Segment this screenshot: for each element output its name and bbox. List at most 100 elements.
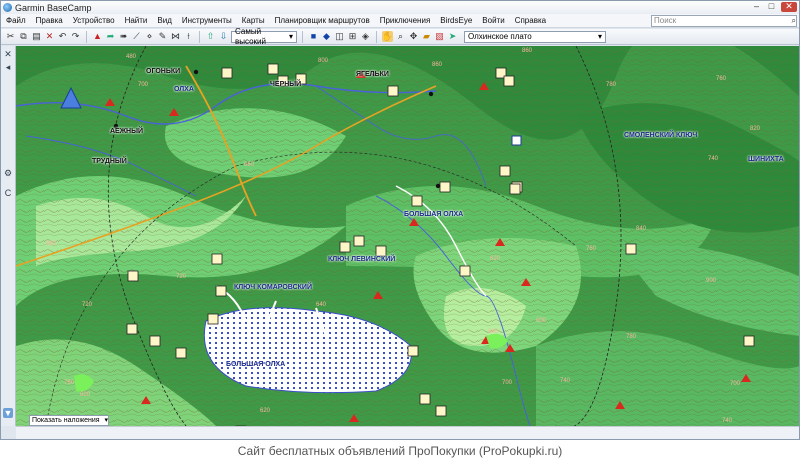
place-label: БОЛЬШАЯ ОЛХА [226, 361, 286, 368]
elevation-label: 800 [318, 58, 329, 64]
pan-icon[interactable]: ✥ [408, 31, 419, 42]
menu-edit[interactable]: Правка [31, 16, 68, 25]
place-label: ОГОНЬКИ [146, 68, 181, 75]
chevron-down-icon: ▾ [104, 417, 108, 424]
collapsed-sidebar: ✕ ◂ ⚙ C ▼ [1, 46, 16, 426]
menu-find[interactable]: Найти [120, 16, 153, 25]
basecamp-logo-icon [3, 3, 12, 12]
paste-icon[interactable]: ▤ [31, 31, 42, 42]
elevation-label: 600 [536, 318, 547, 324]
map-2d-icon[interactable]: ■ [308, 31, 319, 42]
place-label: ОЛХА [174, 86, 194, 93]
place-label: ЯГЕЛЬКИ [356, 71, 389, 78]
elevation-label: 660 [244, 162, 255, 168]
footer-caption: Сайт бесплатных объявлений ПроПокупки (P… [0, 440, 800, 462]
split-tool-icon[interactable]: ⟊ [183, 31, 194, 42]
place-label: АЕЖНЫЙ [110, 128, 143, 135]
fit-icon[interactable]: ⊞ [347, 31, 358, 42]
window-title: Garmin BaseCamp [15, 2, 92, 13]
ruler-icon[interactable]: ▰ [421, 31, 432, 42]
join-tool-icon[interactable]: ⋈ [170, 31, 181, 42]
toolbar-divider [199, 30, 200, 43]
minimize-icon[interactable]: – [751, 2, 762, 12]
pin-icon[interactable]: ✕ [3, 49, 13, 59]
collapse-icon[interactable]: ◂ [3, 62, 13, 72]
waypoint-tool-icon[interactable]: ▲ [92, 31, 103, 42]
map-product-select[interactable]: Олхинское плато ▾ [464, 30, 606, 43]
filter-icon[interactable]: ▼ [3, 408, 13, 418]
center-icon[interactable]: ◈ [360, 31, 371, 42]
search-placeholder: Поиск [654, 16, 677, 25]
elevation-label: 820 [750, 126, 761, 132]
copy-icon[interactable]: ⧉ [18, 31, 29, 42]
elevation-label: 700 [502, 380, 513, 386]
elevation-label: 700 [138, 82, 149, 88]
elevation-label: 720 [82, 302, 93, 308]
elevation-label: 480 [126, 54, 137, 60]
birdseye-icon[interactable]: ➤ [447, 31, 458, 42]
menu-route-planner[interactable]: Планировщик маршрутов [270, 16, 375, 25]
hand-tool-icon[interactable]: ✋ [382, 31, 393, 42]
send-to-device-icon[interactable]: ⇧ [205, 31, 216, 42]
place-label: ТРУДНЫЙ [92, 158, 127, 165]
search-input[interactable]: Поиск ⌕ [651, 15, 797, 27]
horizontal-scrollbar[interactable] [16, 426, 799, 439]
expand-icon[interactable]: C [3, 188, 13, 198]
menu-birdseye[interactable]: BirdsEye [435, 16, 477, 25]
elevation-label: 740 [560, 378, 571, 384]
show-overlays-select[interactable]: Показать наложения ▾ [29, 415, 109, 426]
chevron-down-icon: ▾ [597, 31, 602, 41]
menu-maps[interactable]: Карты [237, 16, 270, 25]
receive-from-device-icon[interactable]: ⇩ [218, 31, 229, 42]
map-3d-icon[interactable]: ◆ [321, 31, 332, 42]
redo-icon[interactable]: ↷ [70, 31, 81, 42]
elevation-label: 780 [626, 334, 637, 340]
elevation-label: 860 [432, 62, 443, 68]
measure-tool-icon[interactable]: ⟋ [131, 31, 142, 42]
delete-icon[interactable]: ✕ [44, 31, 55, 42]
search-icon[interactable]: ⌕ [792, 16, 796, 26]
route-tool-icon[interactable]: ➦ [105, 31, 116, 42]
toolbar-divider [86, 30, 87, 43]
undo-icon[interactable]: ↶ [57, 31, 68, 42]
map-view[interactable]: ОГОНЬКИ ОЛХА ЧЕРНЫЙ ЯГЕЛЬКИ АЕЖНЫЙ ТРУДН… [16, 46, 799, 426]
elevation-label: 860 [522, 48, 533, 54]
menu-file[interactable]: Файл [1, 16, 31, 25]
title-bar: Garmin BaseCamp – □ ✕ [1, 1, 799, 14]
place-label: БОЛЬШАЯ ОЛХА [404, 211, 464, 218]
map-product-value: Олхинское плато [468, 31, 532, 41]
place-label: ШИНИХТА [748, 156, 784, 163]
detail-level-value: Самый высокий [235, 26, 266, 46]
track-tool-icon[interactable]: ➠ [118, 31, 129, 42]
place-label: КЛЮЧ КОМАРОВСКИЙ [234, 284, 312, 291]
elevation-label: 820 [80, 392, 91, 398]
maximize-icon[interactable]: □ [766, 2, 777, 12]
menu-signin[interactable]: Войти [477, 16, 509, 25]
elevation-label: 620 [260, 408, 271, 414]
show-overlays-label: Показать наложения [32, 417, 100, 424]
elevation-label: 740 [722, 418, 733, 424]
filter-tool-icon[interactable]: ⋄ [144, 31, 155, 42]
elevation-label: 880 [46, 241, 57, 247]
menu-view[interactable]: Вид [152, 16, 176, 25]
menu-tools[interactable]: Инструменты [177, 16, 237, 25]
close-icon[interactable]: ✕ [781, 2, 797, 12]
toolbar-divider [376, 30, 377, 43]
chevron-down-icon: ▾ [288, 31, 293, 41]
detail-level-select[interactable]: Самый высокий ▾ [231, 27, 297, 46]
place-label: КЛЮЧ ЛЕВИНСКИЙ [328, 256, 396, 263]
cut-icon[interactable]: ✂ [5, 31, 16, 42]
menu-help[interactable]: Справка [510, 16, 551, 25]
topographic-map [16, 46, 799, 426]
menu-adventures[interactable]: Приключения [375, 16, 436, 25]
layers-icon[interactable]: ◫ [334, 31, 345, 42]
elevation-label: 760 [64, 380, 75, 386]
library-icon[interactable]: ⚙ [3, 168, 13, 178]
toolbar: ✂ ⧉ ▤ ✕ ↶ ↷ ▲ ➦ ➠ ⟋ ⋄ ✎ ⋈ ⟊ ⇧ ⇩ Самый вы… [1, 27, 799, 46]
place-label: СМОЛЕНСКИЙ КЛЮЧ [624, 132, 698, 139]
menu-device[interactable]: Устройство [68, 16, 120, 25]
edit-tool-icon[interactable]: ✎ [157, 31, 168, 42]
eraser-icon[interactable]: ▧ [434, 31, 445, 42]
zoom-tool-icon[interactable]: ⌕ [395, 31, 406, 42]
elevation-label: 840 [636, 226, 647, 232]
